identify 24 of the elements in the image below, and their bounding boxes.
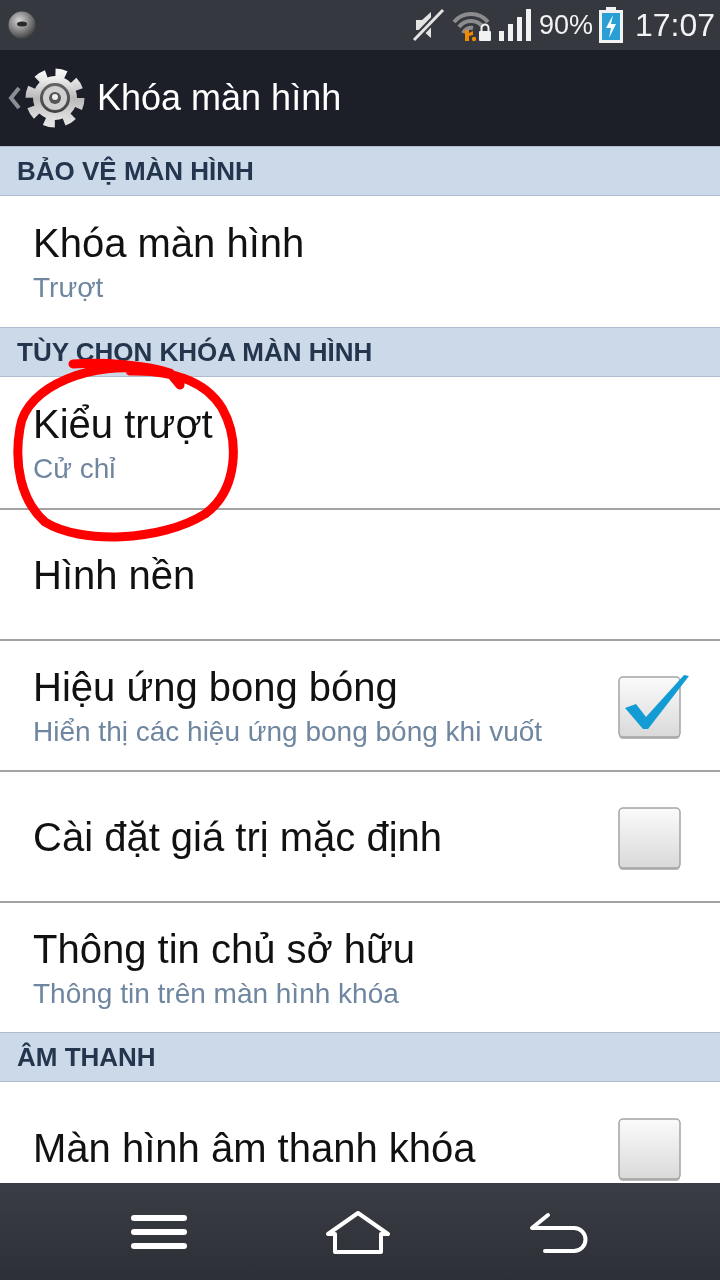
setting-summary: Trượt [33,270,104,305]
setting-title[interactable]: Màn hình âm thanh khóa [33,1123,476,1172]
section-header: ÂM THANH [0,1032,720,1082]
section-header: BẢO VỆ MÀN HÌNH [0,146,720,196]
setting-summary: Hiển thị các hiệu ứng bong bóng khi vuốt [33,714,543,749]
home-icon[interactable] [324,1208,392,1255]
settings-icon[interactable] [25,68,85,128]
battery-charging-icon [598,7,623,43]
setting-title[interactable]: Hiệu ứng bong bóng [33,662,398,711]
chevron-left-icon[interactable] [8,86,22,110]
setting-summary: Thông tin trên màn hình khóa [33,976,399,1011]
mute-icon [410,8,445,42]
screen-title: Khóa màn hình [97,77,342,119]
clock-time: 17:07 [634,9,715,41]
sphere-icon [8,11,36,39]
setting-title[interactable]: Thông tin chủ sở hữu [33,924,416,973]
signal-icon [498,9,531,41]
battery-percent: 90% [538,11,593,39]
setting-summary: Cử chỉ [33,451,116,486]
setting-title[interactable]: Khóa màn hình [33,218,305,267]
setting-title[interactable]: Cài đặt giá trị mặc định [33,812,443,861]
back-icon[interactable] [528,1210,590,1253]
setting-title[interactable]: Kiểu trượt [33,399,213,448]
setting-title[interactable]: Hình nền [33,550,196,599]
